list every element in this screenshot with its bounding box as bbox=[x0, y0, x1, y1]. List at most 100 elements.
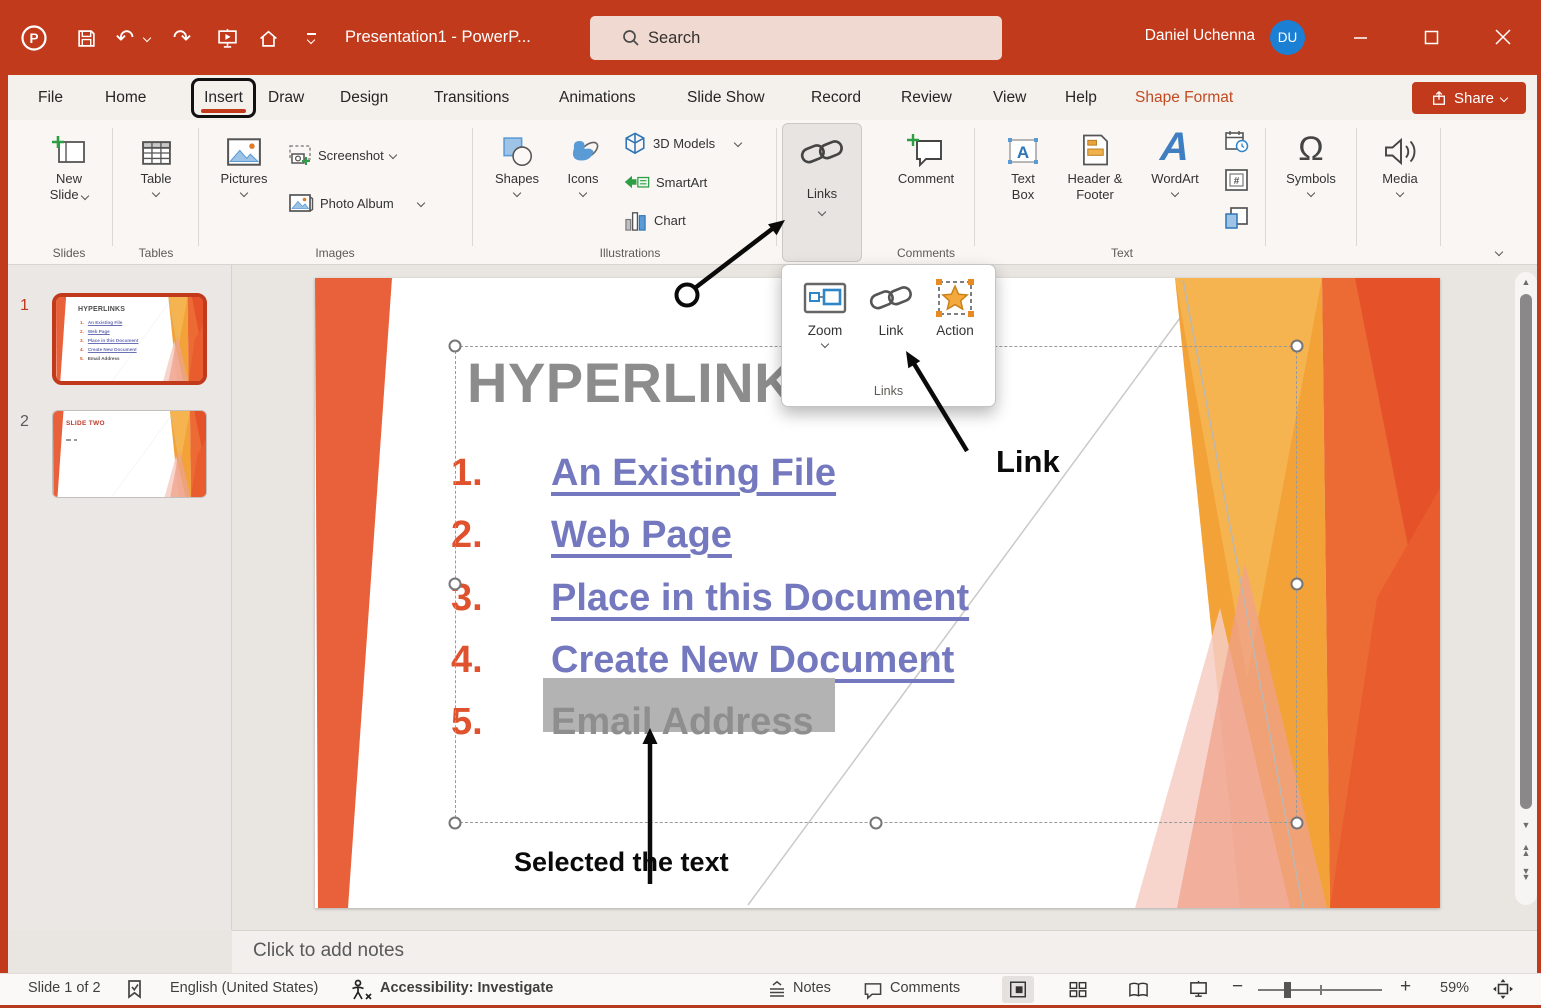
photo-album-button[interactable]: Photo Album bbox=[288, 191, 424, 215]
zoom-slider-thumb[interactable] bbox=[1284, 982, 1291, 998]
chart-button[interactable]: Chart bbox=[623, 208, 686, 232]
slide-number-button[interactable]: # bbox=[1224, 168, 1249, 197]
slide-count-indicator[interactable]: Slide 1 of 2 bbox=[28, 980, 101, 996]
media-button[interactable]: Media bbox=[1368, 125, 1432, 237]
zoom-in-button[interactable]: + bbox=[1400, 976, 1411, 998]
powerpoint-window: P ↶ ↷ Presentation1 - PowerP... Search D… bbox=[0, 0, 1541, 1008]
symbols-button[interactable]: Ω Symbols bbox=[1278, 125, 1344, 237]
slide-thumbnail-1[interactable]: HYPERLINKS 1.An Existing File 2.Web Page… bbox=[52, 293, 207, 385]
scrollbar-thumb[interactable] bbox=[1520, 294, 1532, 809]
user-name[interactable]: Daniel Uchenna bbox=[1145, 27, 1255, 45]
tab-shape-format[interactable]: Shape Format bbox=[1133, 75, 1235, 120]
links-dropdown-menu: Zoom Link Action Links bbox=[781, 264, 996, 407]
pictures-button[interactable]: Pictures bbox=[211, 125, 277, 237]
vertical-scrollbar[interactable]: ▲ ▼ ▲▲ ▼▼ bbox=[1515, 272, 1537, 905]
slide-sorter-view-button[interactable] bbox=[1062, 976, 1094, 1003]
scroll-down-icon[interactable]: ▼ bbox=[1515, 820, 1537, 830]
selection-handle-mid-right[interactable] bbox=[1291, 578, 1304, 591]
language-indicator[interactable]: English (United States) bbox=[170, 980, 318, 996]
header-footer-button[interactable]: Header & Footer bbox=[1058, 125, 1132, 237]
menu-item-link[interactable]: Link bbox=[860, 273, 922, 338]
collapse-ribbon-chevron-icon[interactable] bbox=[1496, 242, 1502, 260]
slide-show-view-button[interactable] bbox=[1182, 976, 1214, 1003]
svg-text:A: A bbox=[1017, 143, 1029, 162]
wordart-button[interactable]: A WordArt bbox=[1140, 125, 1210, 237]
table-icon bbox=[140, 125, 173, 167]
start-slideshow-icon[interactable] bbox=[215, 26, 239, 50]
share-label: Share bbox=[1454, 90, 1494, 107]
accessibility-status[interactable]: Accessibility: Investigate bbox=[380, 980, 553, 996]
text-box-icon: A bbox=[1006, 125, 1040, 167]
share-button[interactable]: Share bbox=[1412, 82, 1526, 114]
selection-handle-mid-left[interactable] bbox=[449, 578, 462, 591]
reading-view-button[interactable] bbox=[1122, 976, 1154, 1003]
tab-view[interactable]: View bbox=[991, 75, 1028, 120]
undo-icon[interactable]: ↶ bbox=[113, 26, 137, 50]
undo-dropdown-chevron-icon[interactable] bbox=[142, 26, 152, 50]
tab-home[interactable]: Home bbox=[103, 75, 148, 120]
menu-item-action[interactable]: Action bbox=[924, 273, 986, 338]
shapes-button[interactable]: Shapes bbox=[488, 125, 546, 237]
tab-help[interactable]: Help bbox=[1063, 75, 1099, 120]
3d-models-button[interactable]: 3D Models bbox=[623, 131, 741, 155]
tab-slide-show[interactable]: Slide Show bbox=[685, 75, 767, 120]
slide-thumbnail-2[interactable]: SLIDE TWO bbox=[52, 410, 207, 498]
selection-handle-bottom-left[interactable] bbox=[449, 817, 462, 830]
normal-view-button[interactable] bbox=[1002, 976, 1034, 1003]
tab-insert[interactable]: Insert bbox=[191, 78, 256, 118]
notes-placeholder[interactable]: Click to add notes bbox=[253, 940, 404, 962]
powerpoint-logo-icon[interactable]: P bbox=[18, 22, 50, 54]
search-placeholder: Search bbox=[648, 29, 700, 48]
search-input[interactable]: Search bbox=[590, 16, 1002, 60]
tab-draw[interactable]: Draw bbox=[266, 75, 306, 120]
minimize-button[interactable] bbox=[1343, 22, 1377, 52]
quick-access-customize-icon[interactable] bbox=[303, 26, 319, 50]
home-icon[interactable] bbox=[256, 26, 280, 50]
scroll-up-icon[interactable]: ▲ bbox=[1515, 277, 1537, 287]
tab-record[interactable]: Record bbox=[809, 75, 863, 120]
avatar[interactable]: DU bbox=[1270, 20, 1305, 55]
zoom-level[interactable]: 59% bbox=[1440, 980, 1469, 996]
zoom-out-button[interactable]: − bbox=[1232, 976, 1243, 998]
selection-handle-bottom-right[interactable] bbox=[1291, 817, 1304, 830]
accessibility-icon[interactable] bbox=[350, 979, 373, 1005]
shapes-icon bbox=[502, 125, 533, 167]
selection-handle-bottom-mid[interactable] bbox=[870, 817, 883, 830]
new-slide-button[interactable]: New Slide bbox=[38, 125, 100, 237]
status-bar: Slide 1 of 2 English (United States) Acc… bbox=[0, 973, 1541, 1005]
text-box-button[interactable]: A Text Box bbox=[994, 125, 1052, 237]
tab-file[interactable]: File bbox=[36, 75, 65, 120]
slide-thumbnail-panel: 1 HYPERLINKS 1.An Existing File 2.Web Pa… bbox=[8, 265, 232, 930]
comment-button[interactable]: Comment bbox=[890, 125, 962, 237]
zoom-icon bbox=[802, 273, 848, 323]
comments-toggle[interactable]: Comments bbox=[890, 980, 960, 996]
tab-animations[interactable]: Animations bbox=[557, 75, 638, 120]
notes-pane[interactable]: Click to add notes bbox=[232, 930, 1537, 973]
zoom-slider-tick bbox=[1320, 985, 1322, 995]
fit-slide-to-window-button[interactable] bbox=[1492, 978, 1514, 1004]
tab-review[interactable]: Review bbox=[899, 75, 954, 120]
smartart-button[interactable]: SmartArt bbox=[623, 170, 707, 194]
spellcheck-icon[interactable] bbox=[126, 979, 145, 1004]
menu-item-zoom[interactable]: Zoom bbox=[794, 273, 856, 347]
screenshot-button[interactable]: Screenshot bbox=[288, 143, 396, 167]
date-time-button[interactable] bbox=[1224, 129, 1249, 159]
table-button[interactable]: Table bbox=[124, 125, 188, 237]
selection-handle-top-right[interactable] bbox=[1291, 340, 1304, 353]
notes-toggle-icon[interactable] bbox=[766, 980, 788, 1003]
tab-transitions[interactable]: Transitions bbox=[432, 75, 511, 120]
redo-icon[interactable]: ↷ bbox=[170, 26, 194, 50]
object-button[interactable] bbox=[1224, 206, 1249, 235]
links-button[interactable]: Links bbox=[782, 123, 862, 262]
tab-design[interactable]: Design bbox=[338, 75, 390, 120]
close-button[interactable] bbox=[1486, 22, 1520, 52]
maximize-button[interactable] bbox=[1414, 22, 1448, 52]
ribbon-tab-row: File Home Insert Draw Design Transitions… bbox=[8, 75, 1537, 120]
save-icon[interactable] bbox=[74, 26, 98, 50]
comments-toggle-icon[interactable] bbox=[862, 981, 884, 1004]
icons-button[interactable]: Icons bbox=[554, 125, 612, 237]
selection-handle-top-left[interactable] bbox=[449, 340, 462, 353]
previous-slide-button[interactable]: ▲▲ bbox=[1515, 844, 1537, 856]
next-slide-button[interactable]: ▼▼ bbox=[1515, 868, 1537, 880]
notes-toggle[interactable]: Notes bbox=[793, 980, 831, 996]
